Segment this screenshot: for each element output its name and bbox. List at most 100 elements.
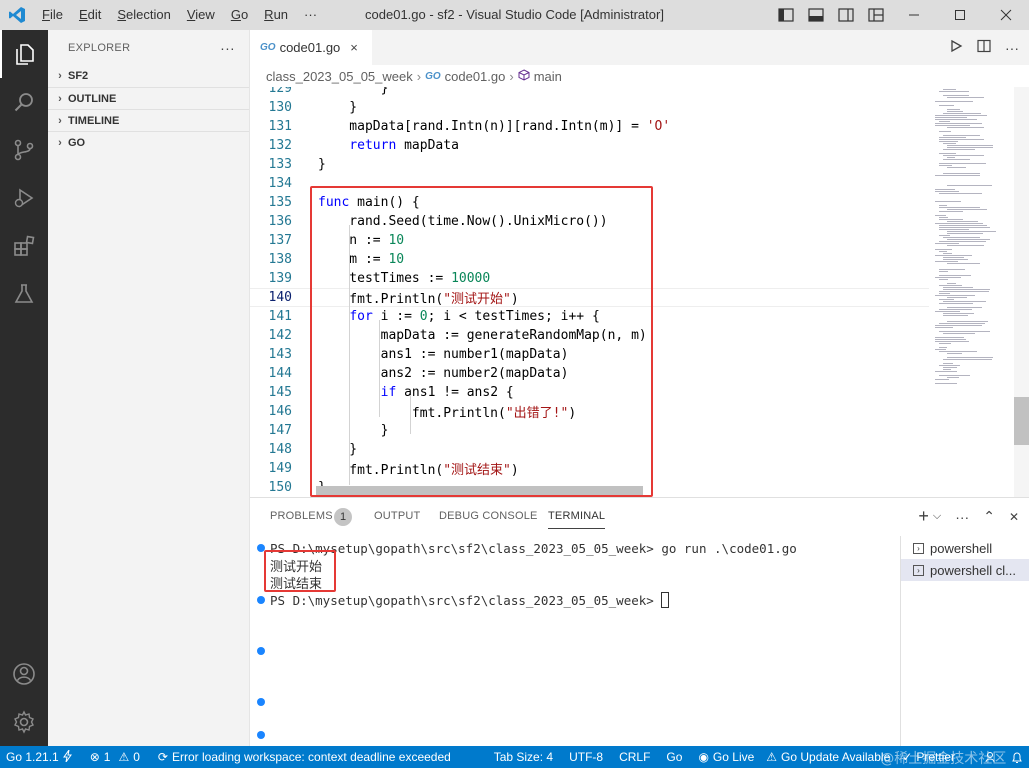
split-editor-icon[interactable] <box>977 39 991 56</box>
minimap-line <box>935 125 970 126</box>
sidebar-more-actions-icon[interactable]: ··· <box>220 40 235 56</box>
minimap-line <box>947 109 960 110</box>
terminal-instance-1[interactable]: › powershell <box>901 537 1029 559</box>
chevron-right-icon: › <box>58 92 62 105</box>
command-decoration-dot[interactable] <box>257 731 265 739</box>
maximize-panel-icon[interactable]: ⌃ <box>983 508 995 525</box>
menu-item[interactable]: File <box>34 0 71 30</box>
minimap-line <box>943 359 992 360</box>
minimap-line <box>947 307 982 308</box>
minimap-line <box>939 91 969 92</box>
line-number: 144 <box>268 366 292 381</box>
encoding-status[interactable]: UTF-8 <box>563 746 609 768</box>
toggle-primary-sidebar-icon[interactable] <box>771 0 801 30</box>
problems-status[interactable]: ⊗ 1 ⚠ 0 <box>84 746 146 768</box>
go-update-status[interactable]: ⚠ Go Update Available <box>760 746 896 768</box>
line-number: 133 <box>268 157 292 172</box>
maximize-button[interactable] <box>937 0 983 30</box>
minimap-line <box>935 337 964 338</box>
tab-problems[interactable]: PROBLEMS <box>270 510 333 522</box>
minimap-line <box>947 353 962 354</box>
minimap-line <box>939 219 963 220</box>
terminal-instance-2[interactable]: › powershell cl... <box>901 559 1029 581</box>
minimap-line <box>935 201 961 202</box>
source-control-icon[interactable] <box>0 126 48 174</box>
minimap-line <box>939 105 954 106</box>
close-window-button[interactable] <box>983 0 1029 30</box>
status-bar: Go 1.21.1 ⊗ 1 ⚠ 0 ⟳ Error loading worksp… <box>0 746 1029 768</box>
watermark: @稀土掘金技术社区 <box>880 751 1007 767</box>
breadcrumb-folder[interactable]: class_2023_05_05_week <box>266 69 413 84</box>
sidebar-section-sf2[interactable]: › SF2 <box>48 65 249 87</box>
minimap-line <box>935 123 982 124</box>
tab-code01-go[interactable]: GO code01.go × <box>250 30 372 65</box>
extensions-icon[interactable] <box>0 222 48 270</box>
eol-status[interactable]: CRLF <box>613 746 656 768</box>
menu-item[interactable]: ··· <box>296 0 325 30</box>
command-decoration-dot[interactable] <box>257 698 265 706</box>
minimap-line <box>939 225 987 226</box>
workspace-error-message: Error loading workspace: context deadlin… <box>171 750 451 764</box>
menu-item[interactable]: Go <box>223 0 256 30</box>
run-file-icon[interactable] <box>949 39 963 56</box>
accounts-icon[interactable] <box>0 650 48 698</box>
minimap-line <box>935 101 973 102</box>
menu-item[interactable]: Run <box>256 0 296 30</box>
toggle-panel-icon[interactable] <box>801 0 831 30</box>
customize-layout-icon[interactable] <box>861 0 891 30</box>
minimap-line <box>939 323 985 324</box>
sidebar-section-outline[interactable]: › OUTLINE <box>48 87 249 109</box>
minimap-line <box>947 167 966 168</box>
language-status[interactable]: Go <box>660 746 688 768</box>
breadcrumb-file[interactable]: code01.go <box>445 69 506 84</box>
terminal-output[interactable]: PS D:\mysetup\gopath\src\sf2\class_2023_… <box>250 536 898 747</box>
tab-terminal[interactable]: TERMINAL <box>548 510 606 529</box>
chevron-down-icon[interactable]: ⌵ <box>933 510 941 523</box>
testing-icon[interactable] <box>0 270 48 318</box>
menu-item[interactable]: View <box>179 0 223 30</box>
close-panel-icon[interactable]: ✕ <box>1009 510 1019 524</box>
panel-more-icon[interactable]: ··· <box>955 509 969 525</box>
editor-more-icon[interactable]: ··· <box>1005 40 1019 56</box>
minimap-line <box>939 299 954 300</box>
minimize-button[interactable] <box>891 0 937 30</box>
line-number: 132 <box>268 138 292 153</box>
sidebar-section-timeline[interactable]: › TIMELINE <box>48 109 249 131</box>
cube-icon <box>518 68 530 84</box>
prettier-status[interactable]: ✓ Prettier @稀土掘金技术社区 <box>880 746 1006 768</box>
workspace-error-status[interactable]: ⟳ Error loading workspace: context deadl… <box>152 746 457 768</box>
search-icon[interactable] <box>0 78 48 126</box>
minimap-line <box>935 349 946 350</box>
go-version-status[interactable]: Go 1.21.1 <box>0 746 78 768</box>
sidebar-section-go[interactable]: › GO <box>48 131 249 153</box>
scrollbar-thumb[interactable] <box>1014 397 1029 445</box>
run-debug-icon[interactable] <box>0 174 48 222</box>
menu-item[interactable]: Selection <box>109 0 178 30</box>
tab-label: code01.go <box>279 40 341 55</box>
menu-item[interactable]: Edit <box>71 0 109 30</box>
notifications-bell-icon[interactable] <box>1005 746 1029 768</box>
minimap-line <box>947 321 988 322</box>
tab-debug-console[interactable]: DEBUG CONSOLE <box>439 510 538 522</box>
command-decoration-dot[interactable] <box>257 647 265 655</box>
new-terminal-icon[interactable]: + <box>918 506 929 527</box>
explorer-icon[interactable] <box>0 30 48 78</box>
line-number: 141 <box>268 309 292 324</box>
tab-output[interactable]: OUTPUT <box>374 510 420 522</box>
editor-vertical-scrollbar[interactable] <box>1014 87 1029 497</box>
line-number: 142 <box>268 328 292 343</box>
line-number: 136 <box>268 214 292 229</box>
command-decoration-dot[interactable] <box>257 596 265 604</box>
settings-gear-icon[interactable] <box>0 698 48 746</box>
minimap-line <box>939 279 948 280</box>
toggle-secondary-sidebar-icon[interactable] <box>831 0 861 30</box>
minimap[interactable] <box>929 87 1014 497</box>
line-number: 149 <box>268 461 292 476</box>
go-live-status[interactable]: ◉ Go Live <box>692 746 760 768</box>
minimap-line <box>935 243 959 244</box>
minimap-line <box>939 303 973 304</box>
tab-size-status[interactable]: Tab Size: 4 <box>488 746 559 768</box>
minimap-line <box>935 383 957 384</box>
breadcrumb-symbol[interactable]: main <box>534 69 562 84</box>
tab-close-icon[interactable]: × <box>350 40 358 55</box>
